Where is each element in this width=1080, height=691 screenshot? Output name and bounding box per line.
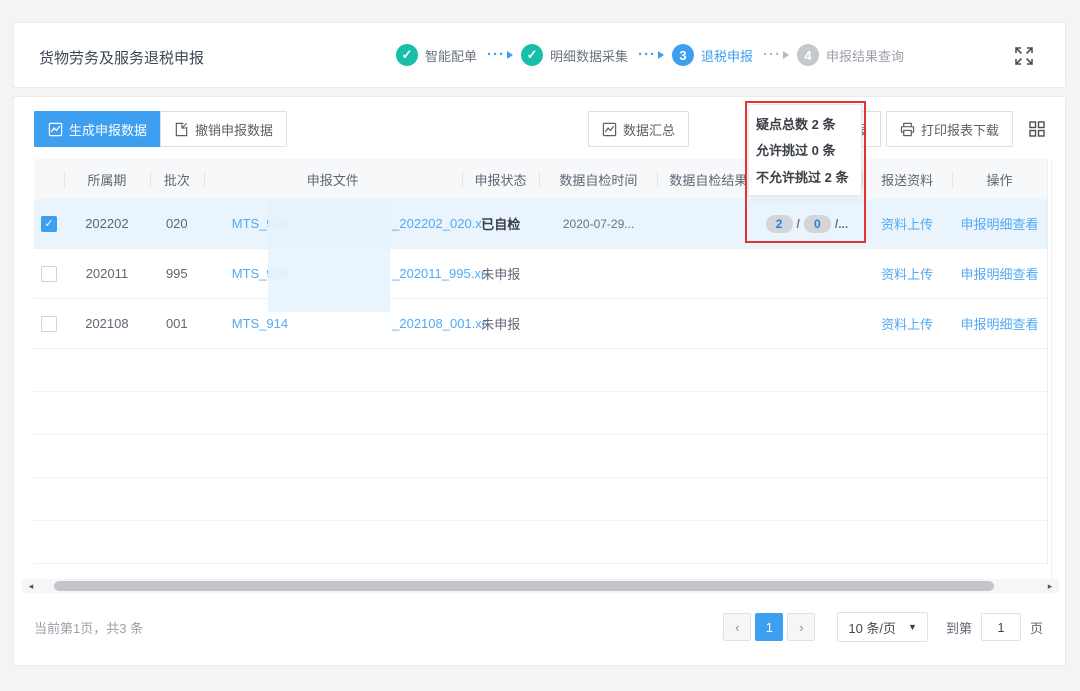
upload-material-link[interactable]: 资料上传 — [881, 314, 933, 333]
table-empty-row — [34, 478, 1047, 521]
horizontal-scrollbar[interactable]: ◂ ▸ — [22, 579, 1059, 593]
cell-check-time — [540, 299, 658, 348]
goto-page-label: 到第 — [946, 618, 972, 637]
header-status: 申报状态 — [462, 159, 540, 199]
revoke-icon — [174, 122, 189, 137]
doubt-total-line: 疑点总数 2 条 — [756, 114, 854, 133]
header-checkbox-cell — [34, 159, 64, 199]
upload-material-link[interactable]: 资料上传 — [881, 264, 933, 283]
declare-table: 所属期 批次 申报文件 申报状态 数据自检时间 数据自检结果 报送资料 操作 — [34, 159, 1048, 564]
cell-check-time — [540, 249, 658, 298]
app-screen: 货物劳务及服务退税申报 ✓ 智能配单 ··· ✓ 明细数据采集 ··· 3 退税… — [0, 0, 1080, 691]
row-checkbox[interactable] — [41, 266, 57, 282]
printer-icon — [900, 122, 915, 137]
scroll-left-icon[interactable]: ◂ — [24, 579, 38, 593]
cell-batch: 001 — [150, 299, 204, 348]
prev-page-button[interactable]: ‹ — [723, 613, 751, 641]
row-checkbox[interactable]: ✓ — [41, 216, 57, 232]
step-smart-matching: ✓ 智能配单 — [396, 44, 477, 66]
step-indicator: ✓ 智能配单 ··· ✓ 明细数据采集 ··· 3 退税申报 ··· 4 申报结… — [396, 23, 904, 87]
step-connector-arrow-icon: ··· — [763, 50, 789, 60]
cell-period: 202108 — [64, 299, 150, 348]
scroll-right-icon[interactable]: ▸ — [1043, 579, 1057, 593]
doubt-not-allowed-line: 不允许挑过 2 条 — [756, 167, 854, 186]
cell-batch: 020 — [150, 199, 204, 248]
page-title: 货物劳务及服务退税申报 — [39, 47, 204, 68]
table-right-divider — [1051, 159, 1052, 579]
cell-period: 202202 — [64, 199, 150, 248]
data-summary-button[interactable]: 数据汇总 — [588, 111, 689, 147]
table-empty-row — [34, 349, 1047, 392]
redacted-blur-patch — [268, 200, 390, 312]
step-result-query: 4 申报结果查询 — [797, 44, 904, 66]
header-check-time: 数据自检时间 — [539, 159, 657, 199]
cell-check-result — [658, 299, 863, 348]
cell-batch: 995 — [150, 249, 204, 298]
view-declare-detail-link[interactable]: 申报明细查看 — [961, 264, 1039, 283]
fullscreen-icon[interactable] — [1013, 45, 1035, 67]
header-panel: 货物劳务及服务退税申报 ✓ 智能配单 ··· ✓ 明细数据采集 ··· 3 退税… — [13, 22, 1066, 88]
table-row: 202108 001 MTS_914_202108_001.xr 未申报 资料上… — [34, 299, 1047, 349]
caret-down-icon: ▼ — [908, 622, 917, 632]
status-badge: 已自检 — [481, 214, 520, 233]
header-action: 操作 — [952, 159, 1047, 199]
upload-material-link[interactable]: 资料上传 — [881, 214, 933, 233]
step-number-icon: 4 — [797, 44, 819, 66]
pagination-bar: 当前第1页，共3 条 ‹ 1 › 10 条/页 ▼ 到第 页 — [34, 611, 1043, 643]
doubt-allowed-line: 允许挑过 0 条 — [756, 140, 854, 159]
check-circle-icon: ✓ — [396, 44, 418, 66]
table-empty-row — [34, 521, 1047, 564]
revoke-declare-data-button[interactable]: 撤销申报数据 — [160, 111, 287, 147]
header-send-material: 报送资料 — [862, 159, 952, 199]
cell-check-result: 2 / 0 /... — [658, 199, 863, 248]
status-badge: 未申报 — [481, 264, 520, 283]
step-tax-refund-declare: 3 退税申报 — [672, 44, 753, 66]
header-file: 申报文件 — [204, 159, 462, 199]
page-unit-label: 页 — [1030, 618, 1043, 637]
doubt-count-badge[interactable]: 0 — [804, 215, 831, 233]
chart-image-icon — [602, 122, 617, 137]
table-row: 202011 995 MTS_914_202011_995.xr 未申报 资料上… — [34, 249, 1047, 299]
table-row: ✓ 202202 020 MTS_914_202202_020.xr 已自检 2… — [34, 199, 1047, 249]
table-empty-row — [34, 392, 1047, 435]
view-declare-detail-link[interactable]: 申报明细查看 — [961, 214, 1039, 233]
doubt-count-badge[interactable]: 2 — [766, 215, 793, 233]
header-period: 所属期 — [64, 159, 150, 199]
step-connector-arrow-icon: ··· — [487, 50, 513, 60]
generate-declare-data-button[interactable]: 生成申报数据 — [34, 111, 161, 147]
doubt-summary-tooltip: 疑点总数 2 条 允许挑过 0 条 不允许挑过 2 条 — [748, 104, 862, 196]
file-link[interactable]: MTS_914_202108_001.xr — [232, 316, 486, 331]
table-empty-row — [34, 435, 1047, 478]
check-circle-icon: ✓ — [521, 44, 543, 66]
step-detail-collection: ✓ 明细数据采集 — [521, 44, 628, 66]
step-number-icon: 3 — [672, 44, 694, 66]
scrollbar-thumb[interactable] — [54, 581, 994, 591]
status-badge: 未申报 — [481, 314, 520, 333]
pagination-summary: 当前第1页，共3 条 — [34, 618, 143, 637]
view-declare-detail-link[interactable]: 申报明细查看 — [961, 314, 1039, 333]
toolbar: 生成申报数据 撤销申报数据 数据汇总 正式申报 — [34, 111, 1047, 147]
page-number-button[interactable]: 1 — [755, 613, 783, 641]
column-settings-grid-icon[interactable] — [1027, 119, 1047, 139]
print-report-download-button[interactable]: 打印报表下载 — [886, 111, 1013, 147]
step-connector-arrow-icon: ··· — [638, 50, 664, 60]
cell-period: 202011 — [64, 249, 150, 298]
main-panel: 生成申报数据 撤销申报数据 数据汇总 正式申报 — [13, 96, 1066, 666]
header-batch: 批次 — [150, 159, 204, 199]
row-checkbox[interactable] — [41, 316, 57, 332]
cell-check-time: 2020-07-29... — [540, 199, 658, 248]
pagination-controls: ‹ 1 › 10 条/页 ▼ 到第 页 — [723, 612, 1043, 642]
chart-image-icon — [48, 122, 63, 137]
page-size-select[interactable]: 10 条/页 ▼ — [837, 612, 928, 642]
next-page-button[interactable]: › — [787, 613, 815, 641]
goto-page-input[interactable] — [981, 613, 1021, 641]
cell-check-result — [658, 249, 863, 298]
table-header-row: 所属期 批次 申报文件 申报状态 数据自检时间 数据自检结果 报送资料 操作 — [34, 159, 1047, 199]
